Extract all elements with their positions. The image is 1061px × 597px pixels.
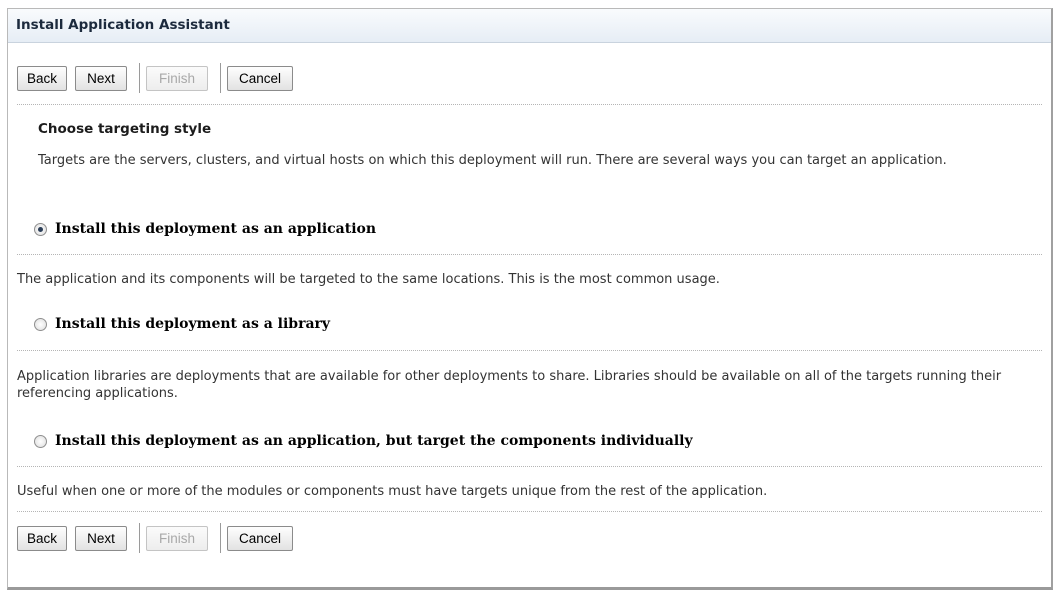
cancel-button[interactable]: Cancel bbox=[227, 65, 293, 91]
divider bbox=[17, 350, 1042, 351]
back-button[interactable]: Back bbox=[17, 525, 67, 551]
toolbar-divider bbox=[220, 523, 221, 553]
finish-button[interactable]: Finish bbox=[146, 525, 208, 551]
finish-button[interactable]: Finish bbox=[146, 65, 208, 91]
back-button[interactable]: Back bbox=[17, 65, 67, 91]
radio-components-individually[interactable] bbox=[34, 434, 47, 448]
divider bbox=[17, 104, 1042, 105]
toolbar-divider bbox=[220, 63, 221, 93]
next-button[interactable]: Next bbox=[75, 65, 127, 91]
option-components-individually-description: Useful when one or more of the modules o… bbox=[17, 484, 768, 499]
toolbar-divider bbox=[139, 523, 140, 553]
radio-library[interactable] bbox=[34, 317, 47, 331]
divider bbox=[17, 254, 1042, 255]
cancel-button[interactable]: Cancel bbox=[227, 525, 293, 551]
option-application-label: Install this deployment as an applicatio… bbox=[55, 221, 377, 237]
divider bbox=[17, 466, 1042, 467]
section-intro: Targets are the servers, clusters, and v… bbox=[38, 153, 947, 168]
option-library[interactable]: Install this deployment as a library bbox=[34, 316, 330, 332]
panel-title: Install Application Assistant bbox=[8, 9, 1051, 43]
option-library-description: Application libraries are deployments th… bbox=[17, 369, 1002, 401]
bottom-button-bar: Back Next Finish Cancel bbox=[17, 523, 301, 553]
option-application[interactable]: Install this deployment as an applicatio… bbox=[34, 221, 376, 237]
toolbar-divider bbox=[139, 63, 140, 93]
next-button[interactable]: Next bbox=[75, 525, 127, 551]
option-components-individually[interactable]: Install this deployment as an applicatio… bbox=[34, 433, 693, 449]
option-application-description: The application and its components will … bbox=[17, 272, 720, 287]
option-library-label: Install this deployment as a library bbox=[55, 316, 331, 332]
top-button-bar: Back Next Finish Cancel bbox=[17, 63, 301, 93]
radio-application[interactable] bbox=[34, 222, 47, 236]
section-heading: Choose targeting style bbox=[38, 121, 212, 137]
divider bbox=[17, 511, 1042, 512]
option-components-individually-label: Install this deployment as an applicatio… bbox=[55, 433, 693, 449]
install-application-assistant-panel: Install Application Assistant Back Next … bbox=[7, 8, 1053, 590]
